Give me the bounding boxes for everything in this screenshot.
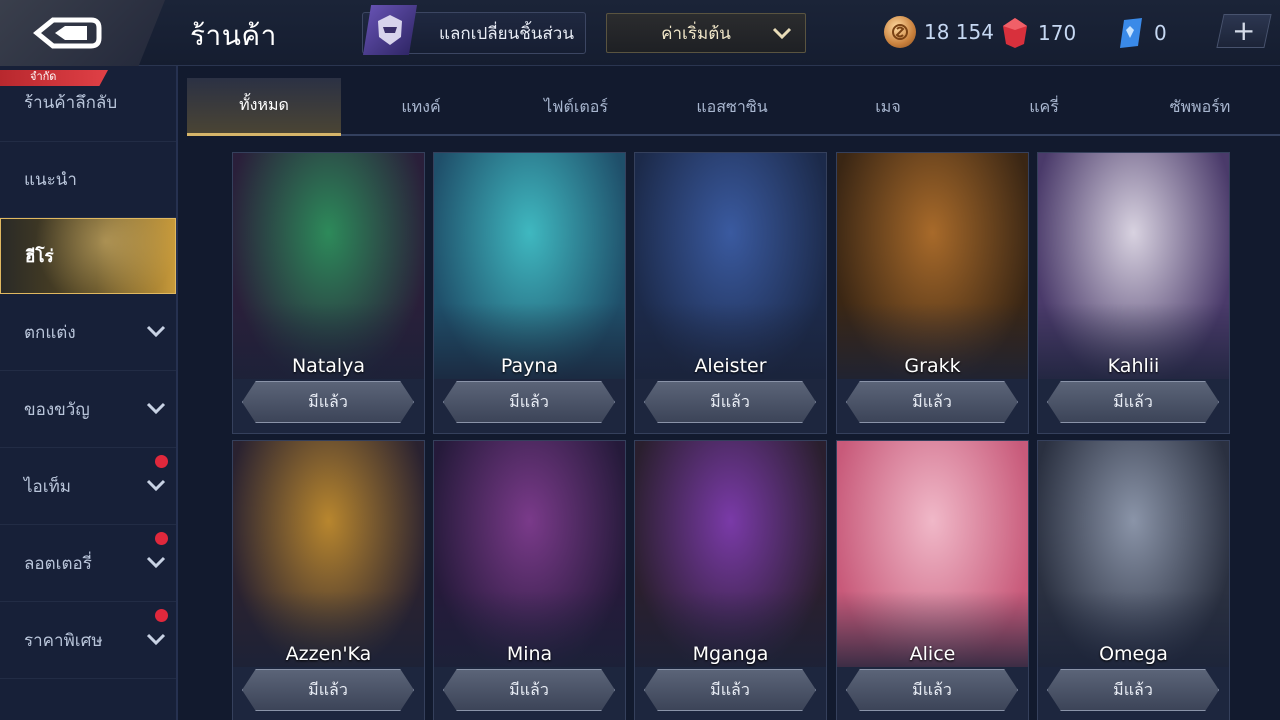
tab-mage[interactable]: เมจ bbox=[811, 78, 965, 136]
chevron-down-icon bbox=[146, 479, 166, 492]
ruby-gem-icon bbox=[1003, 18, 1027, 48]
hero-name: Mganga bbox=[692, 643, 769, 665]
tab-tank[interactable]: แทงค์ bbox=[344, 78, 498, 136]
hero-name: Azzen'Ka bbox=[285, 643, 372, 665]
owned-button[interactable]: มีแล้ว bbox=[1047, 669, 1219, 711]
plus-icon: + bbox=[1232, 14, 1256, 47]
hero-name: Payna bbox=[500, 355, 559, 377]
owned-button[interactable]: มีแล้ว bbox=[443, 381, 615, 423]
tab-label: ซัพพอร์ท bbox=[1169, 96, 1231, 116]
sidebar-item-items[interactable]: ไอเท็ม bbox=[0, 449, 176, 525]
tab-carry[interactable]: แครี่ bbox=[967, 78, 1121, 136]
hero-grid: Natalya มีแล้ว Payna มีแล้ว Aleister มีแล้ว Gr… bbox=[232, 152, 1232, 720]
tab-fighter[interactable]: ไฟต์เตอร์ bbox=[499, 78, 653, 136]
hero-card[interactable]: Azzen'Ka มีแล้ว bbox=[232, 440, 425, 720]
owned-button[interactable]: มีแล้ว bbox=[644, 669, 816, 711]
sidebar-item-special-price[interactable]: ราคาพิเศษ bbox=[0, 603, 176, 679]
sidebar-item-label: ฮีโร่ bbox=[25, 246, 54, 267]
hero-name: Alice bbox=[909, 643, 956, 665]
sidebar-item-label: ตกแต่ง bbox=[24, 323, 76, 343]
hero-name: Natalya bbox=[291, 355, 366, 377]
add-currency-button[interactable]: + bbox=[1216, 14, 1272, 48]
tab-support[interactable]: ซัพพอร์ท bbox=[1123, 78, 1277, 136]
tab-label: เมจ bbox=[875, 96, 901, 116]
notification-dot bbox=[155, 532, 168, 545]
tab-label: ทั้งหมด bbox=[239, 95, 289, 114]
sidebar-item-decoration[interactable]: ตกแต่ง bbox=[0, 295, 176, 371]
sidebar-item-label: ลอตเตอรี่ bbox=[24, 554, 92, 574]
chevron-down-icon bbox=[146, 402, 166, 415]
ruby-amount: 170 bbox=[1038, 21, 1077, 45]
hero-card[interactable]: Alice มีแล้ว bbox=[836, 440, 1029, 720]
back-button[interactable] bbox=[0, 0, 165, 66]
tab-all[interactable]: ทั้งหมด bbox=[187, 78, 341, 136]
sidebar-item-recommended[interactable]: แนะนำ bbox=[0, 142, 176, 218]
sidebar-item-label: ของขวัญ bbox=[24, 400, 90, 420]
fragment-exchange-button[interactable]: แลกเปลี่ยนชิ้นส่วน bbox=[362, 5, 586, 55]
gold-currency: 18 154 bbox=[884, 16, 994, 48]
owned-button[interactable]: มีแล้ว bbox=[443, 669, 615, 711]
sidebar-item-gifts[interactable]: ของขวัญ bbox=[0, 372, 176, 448]
back-arrow-icon bbox=[32, 17, 101, 49]
hero-card[interactable]: Mganga มีแล้ว bbox=[634, 440, 827, 720]
hero-card[interactable]: Omega มีแล้ว bbox=[1037, 440, 1230, 720]
owned-button[interactable]: มีแล้ว bbox=[242, 381, 414, 423]
owned-button[interactable]: มีแล้ว bbox=[644, 381, 816, 423]
hero-name: Mina bbox=[506, 643, 553, 665]
hero-card[interactable]: Mina มีแล้ว bbox=[433, 440, 626, 720]
hero-card[interactable]: Aleister มีแล้ว bbox=[634, 152, 827, 434]
gold-coin-icon bbox=[884, 16, 916, 48]
hero-name: Kahlii bbox=[1107, 355, 1160, 377]
tab-label: แทงค์ bbox=[401, 96, 441, 116]
hero-name: Aleister bbox=[694, 355, 767, 377]
sidebar-item-heroes[interactable]: ฮีโร่ bbox=[0, 218, 176, 294]
voucher-crystal-icon bbox=[1120, 18, 1142, 48]
page-title: ร้านค้า bbox=[190, 19, 277, 52]
hero-name: Omega bbox=[1099, 643, 1168, 665]
hero-name: Grakk bbox=[904, 355, 961, 377]
top-bar: ร้านค้า แลกเปลี่ยนชิ้นส่วน ค่าเริ่มต้น 1… bbox=[0, 0, 1280, 66]
chevron-down-icon bbox=[146, 556, 166, 569]
hero-card[interactable]: Kahlii มีแล้ว bbox=[1037, 152, 1230, 434]
helmet-icon bbox=[363, 5, 417, 55]
tab-label: แอสซาซิน bbox=[696, 96, 768, 116]
sidebar-item-label: ราคาพิเศษ bbox=[24, 631, 103, 651]
limited-badge: จำกัด bbox=[0, 70, 108, 86]
owned-button[interactable]: มีแล้ว bbox=[242, 669, 414, 711]
tab-label: ไฟต์เตอร์ bbox=[544, 96, 608, 116]
sort-dropdown[interactable]: ค่าเริ่มต้น bbox=[606, 13, 806, 53]
ruby-currency: 170 bbox=[1000, 16, 1076, 50]
owned-button[interactable]: มีแล้ว bbox=[846, 381, 1018, 423]
sidebar: ร้านค้าลึกลับ จำกัด แนะนำ ฮีโร่ ตกแต่ง ข… bbox=[0, 66, 178, 720]
chevron-down-icon bbox=[146, 325, 166, 338]
chevron-down-icon bbox=[146, 633, 166, 646]
hero-card[interactable]: Payna มีแล้ว bbox=[433, 152, 626, 434]
hero-card[interactable]: Natalya มีแล้ว bbox=[232, 152, 425, 434]
gold-amount: 18 154 bbox=[924, 20, 994, 44]
voucher-amount: 0 bbox=[1154, 21, 1167, 45]
sort-selected-value: ค่าเริ่มต้น bbox=[661, 23, 731, 44]
owned-button[interactable]: มีแล้ว bbox=[846, 669, 1018, 711]
hero-card[interactable]: Grakk มีแล้ว bbox=[836, 152, 1029, 434]
exchange-label: แลกเปลี่ยนชิ้นส่วน bbox=[439, 23, 574, 44]
tab-assassin[interactable]: แอสซาซิน bbox=[655, 78, 809, 136]
sidebar-item-label: ไอเท็ม bbox=[24, 477, 71, 497]
sidebar-item-label: ร้านค้าลึกลับ bbox=[24, 93, 118, 113]
chevron-down-icon bbox=[772, 27, 792, 40]
sidebar-item-lottery[interactable]: ลอตเตอรี่ bbox=[0, 526, 176, 602]
sidebar-item-label: แนะนำ bbox=[24, 170, 77, 190]
owned-button[interactable]: มีแล้ว bbox=[1047, 381, 1219, 423]
voucher-currency: 0 bbox=[1116, 16, 1167, 50]
tab-label: แครี่ bbox=[1029, 96, 1059, 116]
notification-dot bbox=[155, 455, 168, 468]
notification-dot bbox=[155, 609, 168, 622]
role-tabs: ทั้งหมด แทงค์ ไฟต์เตอร์ แอสซาซิน เมจ แคร… bbox=[187, 78, 1280, 136]
